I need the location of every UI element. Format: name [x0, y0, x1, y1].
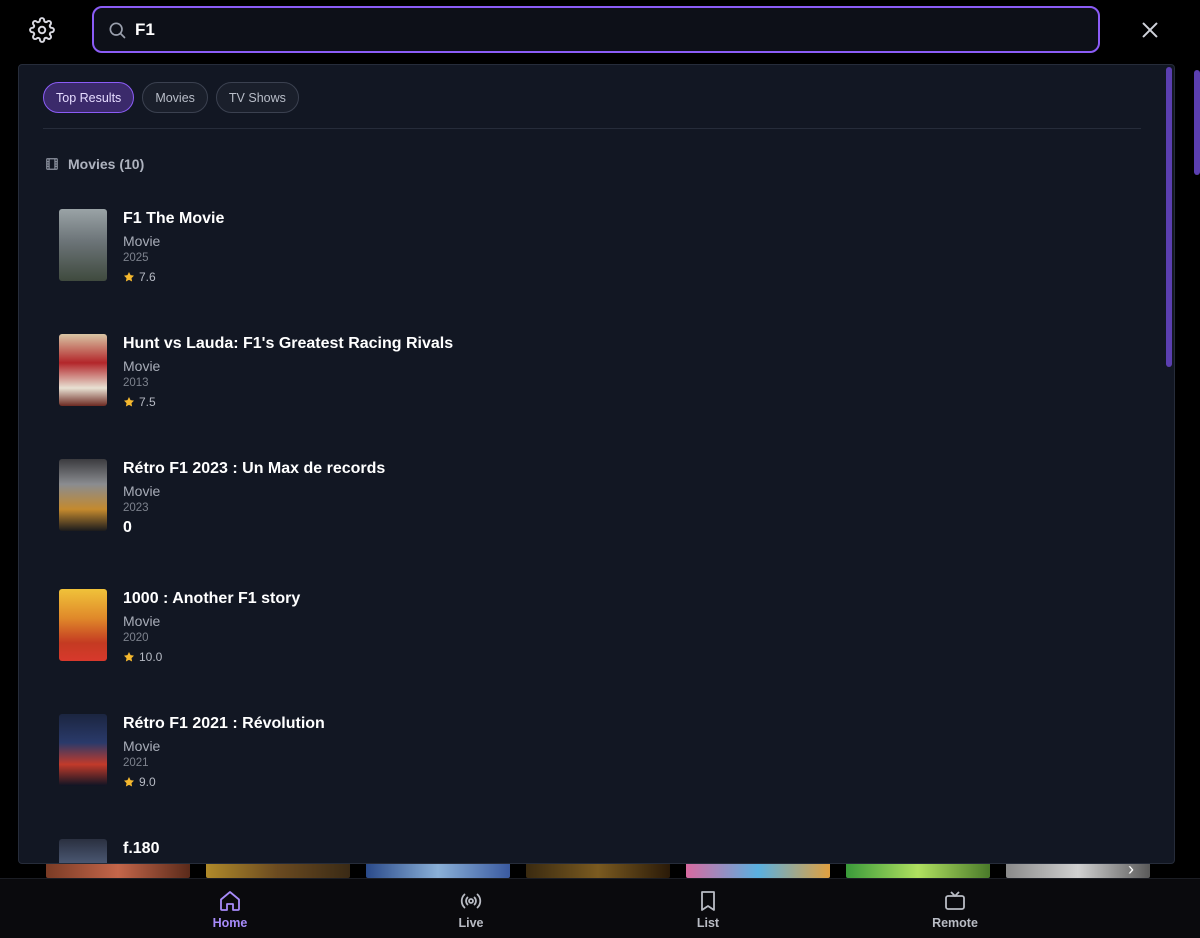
result-type: Movie: [123, 358, 161, 374]
result-year: 2025: [123, 252, 149, 264]
result-title: Hunt vs Lauda: F1's Greatest Racing Riva…: [123, 335, 454, 352]
star-icon: [124, 652, 134, 662]
gear-icon[interactable]: [29, 17, 55, 43]
filter-chips: Top Results Movies TV Shows: [43, 82, 299, 113]
top-bar: [0, 0, 1200, 60]
result-year: 2013: [123, 377, 149, 389]
home-icon: [220, 891, 240, 911]
result-item[interactable]: 1000 : Another F1 story Movie 2020 10.0: [59, 589, 1139, 714]
search-results-panel: Top Results Movies TV Shows Movies (10) …: [18, 64, 1175, 864]
star-icon: [124, 397, 134, 407]
poster: [59, 209, 107, 281]
result-item[interactable]: F1 The Movie Movie 2025 7.6: [59, 209, 1139, 334]
search-input[interactable]: [135, 19, 1035, 40]
search-icon: [107, 20, 127, 40]
filter-tv-shows[interactable]: TV Shows: [215, 82, 299, 113]
bookmark-icon: [701, 891, 715, 911]
app-root: › Top Results Movies TV Shows Mo: [0, 0, 1200, 938]
filter-top-results[interactable]: Top Results: [43, 82, 135, 113]
poster: [59, 589, 107, 661]
result-title: 1000 : Another F1 story: [123, 590, 301, 607]
result-title: Rétro F1 2023 : Un Max de records: [123, 460, 386, 477]
result-type: Movie: [123, 738, 161, 754]
result-year: 2020: [123, 632, 149, 644]
result-title: f.180: [123, 840, 160, 857]
star-icon: [124, 272, 134, 282]
nav-remote[interactable]: Remote: [915, 889, 995, 930]
bottom-nav: Home Live List Remote: [0, 878, 1200, 938]
results-scrollbar[interactable]: [1166, 67, 1172, 367]
page-scrollbar[interactable]: [1194, 70, 1200, 175]
result-rating: 7.5: [123, 395, 453, 409]
results-list: F1 The Movie Movie 2025 7.6 Hunt vs Laud…: [59, 209, 1139, 863]
result-year: 2023: [123, 502, 149, 514]
result-rating: 10.0: [123, 650, 300, 664]
divider: [43, 128, 1141, 129]
tv-icon: [945, 891, 965, 910]
result-item[interactable]: Rétro F1 2021 : Révolution Movie 2021 9.…: [59, 714, 1139, 839]
star-icon: [124, 777, 134, 787]
broadcast-icon: [460, 893, 482, 909]
section-label: Movies (10): [68, 156, 145, 172]
result-year: 2021: [123, 757, 149, 769]
poster: [59, 714, 107, 786]
result-rating: 0: [123, 519, 132, 536]
result-title: F1 The Movie: [123, 210, 225, 227]
result-type: Movie: [123, 483, 161, 499]
filter-movies[interactable]: Movies: [142, 82, 208, 113]
result-rating: 9.0: [123, 775, 325, 789]
close-icon[interactable]: [1139, 19, 1161, 41]
poster: [59, 334, 107, 406]
film-icon: [46, 158, 58, 170]
result-item[interactable]: f.180: [59, 839, 1139, 863]
result-item[interactable]: Hunt vs Lauda: F1's Greatest Racing Riva…: [59, 334, 1139, 459]
nav-live[interactable]: Live: [431, 889, 511, 930]
poster: [59, 459, 107, 531]
result-item[interactable]: Rétro F1 2023 : Un Max de records Movie …: [59, 459, 1139, 589]
poster: [59, 839, 107, 863]
search-box[interactable]: [92, 6, 1100, 53]
nav-list[interactable]: List: [668, 889, 748, 930]
result-type: Movie: [123, 613, 161, 629]
result-title: Rétro F1 2021 : Révolution: [123, 715, 325, 732]
result-rating: 7.6: [123, 270, 224, 284]
section-header: Movies (10): [45, 156, 144, 172]
result-type: Movie: [123, 233, 161, 249]
nav-home[interactable]: Home: [190, 889, 270, 930]
